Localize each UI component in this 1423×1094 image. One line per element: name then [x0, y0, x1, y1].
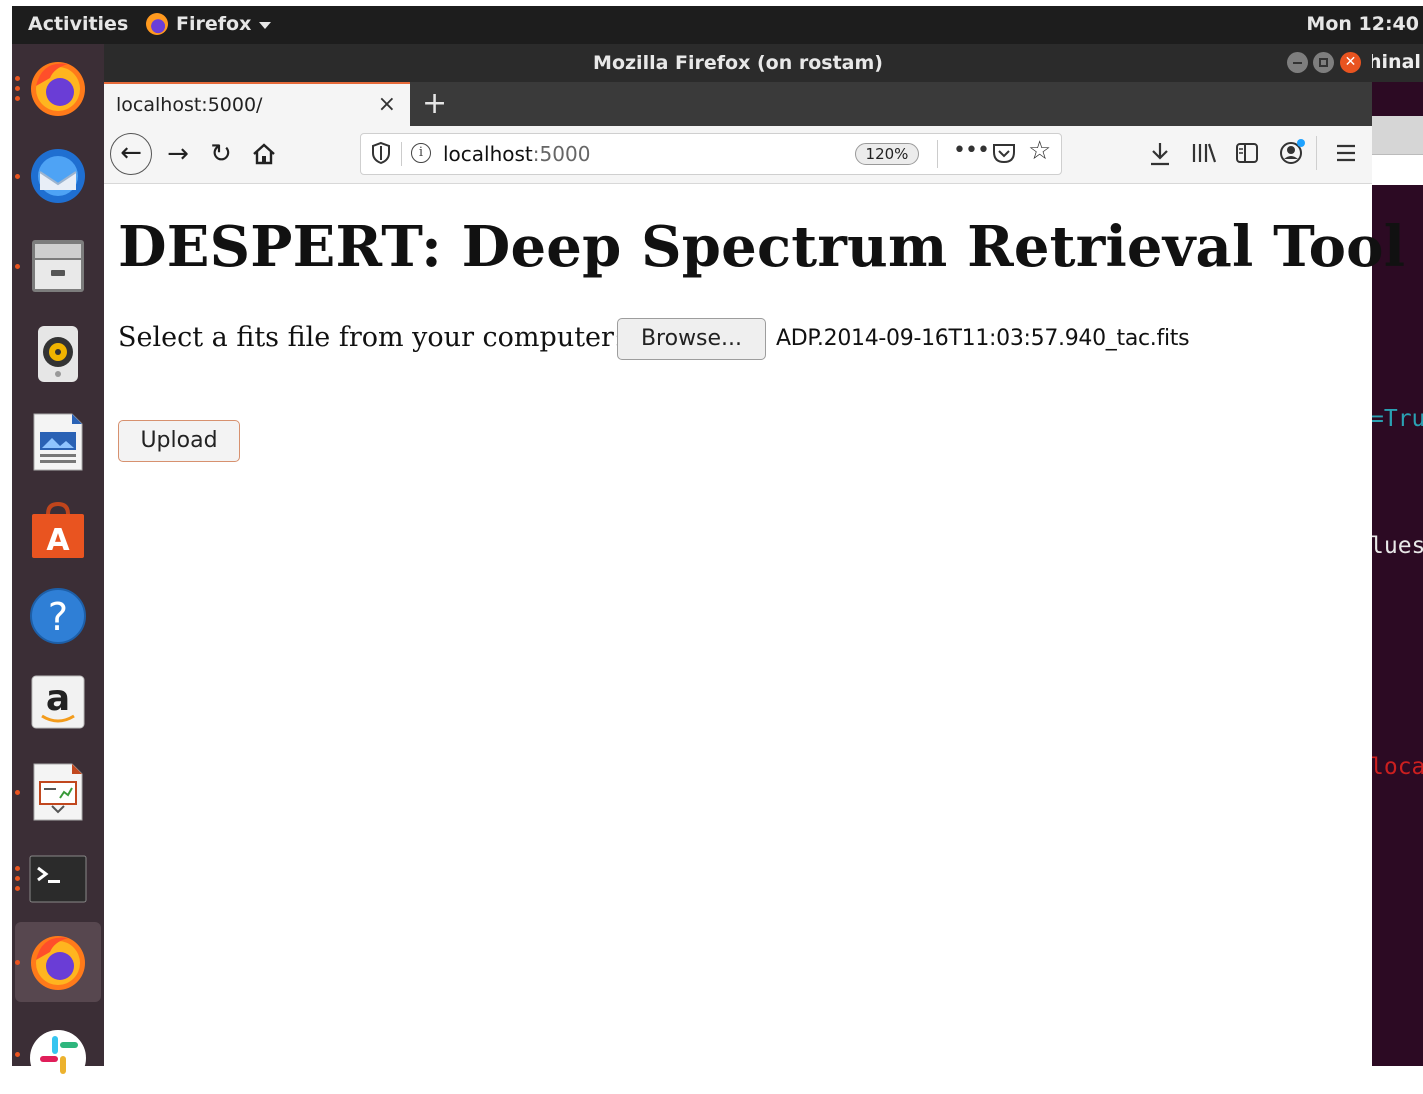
running-indicator	[15, 96, 20, 101]
activities-button[interactable]: Activities	[28, 13, 128, 35]
screen-left-edge	[0, 0, 12, 1066]
gnome-top-bar: Activities Firefox Mon 12:40	[12, 6, 1423, 44]
dock-item-libreoffice-impress[interactable]	[12, 752, 104, 832]
dock-item-amazon[interactable]: a	[12, 662, 104, 742]
firefox-window: Mozilla Firefox (on rostam) ✕ localhost:…	[104, 44, 1405, 1066]
url-port: :5000	[532, 142, 591, 166]
tab-bar: localhost:5000/ × +	[104, 82, 1372, 126]
tab-title: localhost:5000/	[116, 94, 263, 116]
help-icon: ?	[30, 588, 86, 644]
running-indicator	[15, 86, 20, 91]
dock-item-terminal[interactable]	[12, 838, 104, 918]
zoom-indicator[interactable]: 120%	[855, 143, 919, 165]
pocket-icon[interactable]	[991, 141, 1017, 165]
web-page: DESPERT: Deep Spectrum Retrieval Tool Se…	[104, 184, 1405, 1066]
caret-down-icon	[259, 22, 272, 29]
urlbar-divider	[401, 142, 402, 166]
bookmark-star-icon[interactable]: ☆	[1028, 136, 1051, 166]
site-info-icon[interactable]: i	[411, 143, 431, 163]
page-actions-menu-icon[interactable]: •••	[953, 138, 990, 163]
dock-item-firefox-active[interactable]	[15, 922, 101, 1002]
url-text[interactable]: localhost:5000	[443, 142, 590, 166]
forward-button[interactable]: →	[162, 136, 194, 172]
dock-item-help[interactable]: ?	[12, 576, 104, 656]
urlbar-divider	[937, 140, 938, 168]
app-menu[interactable]: Firefox	[146, 13, 272, 35]
tracking-protection-shield-icon[interactable]	[371, 141, 391, 165]
tab-close-icon[interactable]: ×	[378, 92, 396, 117]
toolbar-divider	[1316, 136, 1317, 170]
dock: A ? a	[12, 44, 104, 1084]
firefox-icon	[31, 936, 85, 990]
downloads-icon[interactable]	[1148, 140, 1172, 168]
running-indicator	[15, 866, 20, 871]
terminal-line: =Tru	[1370, 406, 1423, 432]
account-icon[interactable]	[1278, 137, 1308, 167]
app-menu-label: Firefox	[176, 13, 252, 35]
file-select-label: Select a fits file from your computer:	[118, 322, 624, 353]
running-indicator	[15, 1052, 20, 1057]
dock-item-libreoffice-writer[interactable]	[12, 402, 104, 482]
running-indicator	[15, 960, 20, 965]
dock-item-rhythmbox[interactable]	[12, 314, 104, 394]
terminal-tabbar	[1372, 116, 1423, 155]
selected-file-name: ADP.2014-09-16T11:03:57.940_tac.fits	[776, 326, 1190, 351]
window-title: Mozilla Firefox (on rostam)	[593, 52, 883, 74]
address-bar[interactable]: i localhost:5000 120% ••• ☆	[360, 133, 1062, 175]
browse-button[interactable]: Browse...	[617, 318, 766, 360]
writer-document-icon	[33, 413, 83, 471]
running-indicator	[15, 790, 20, 795]
minimize-button[interactable]	[1287, 52, 1308, 73]
terminal-line: loca	[1370, 754, 1423, 780]
dock-item-files[interactable]	[12, 226, 104, 306]
upload-button[interactable]: Upload	[118, 420, 240, 462]
navigation-toolbar: ← → ↻ i localhost:5000 120% ••• ☆	[104, 126, 1372, 184]
back-button[interactable]: ←	[110, 133, 152, 175]
running-indicator	[15, 876, 20, 881]
terminal-line: lues	[1370, 533, 1423, 559]
new-tab-button[interactable]: +	[422, 86, 447, 121]
svg-text:a: a	[46, 678, 70, 719]
close-window-button[interactable]: ✕	[1340, 52, 1361, 73]
dock-item-ubuntu-software[interactable]: A	[12, 490, 104, 570]
library-icon[interactable]	[1190, 140, 1218, 166]
window-titlebar[interactable]: Mozilla Firefox (on rostam) ✕	[104, 44, 1372, 82]
terminal-title-text: hinal	[1368, 51, 1421, 73]
terminal-titlebar: hinal	[1368, 44, 1423, 82]
reload-button[interactable]: ↻	[204, 136, 238, 172]
files-cabinet-icon	[32, 240, 84, 292]
thunderbird-icon	[31, 149, 85, 203]
sidebar-icon[interactable]	[1234, 141, 1260, 165]
terminal-header-area	[1372, 155, 1423, 185]
running-indicator	[15, 886, 20, 891]
running-indicator	[15, 264, 20, 269]
tab-localhost[interactable]: localhost:5000/ ×	[104, 82, 410, 126]
amazon-icon: a	[31, 675, 85, 729]
speaker-icon	[38, 326, 78, 382]
url-host: localhost	[443, 142, 533, 166]
svg-text:?: ?	[48, 595, 68, 639]
firefox-icon	[146, 13, 168, 35]
running-indicator	[15, 174, 20, 179]
shopping-bag-icon: A	[32, 501, 84, 558]
dock-item-slack[interactable]	[12, 1014, 104, 1094]
dock-item-thunderbird[interactable]	[12, 136, 104, 216]
home-icon[interactable]	[250, 140, 278, 168]
firefox-icon	[31, 62, 85, 116]
page-title: DESPERT: Deep Spectrum Retrieval Tool	[118, 214, 1406, 280]
running-indicator	[15, 76, 20, 81]
impress-presentation-icon	[33, 763, 83, 821]
hamburger-menu-icon[interactable]	[1336, 143, 1356, 163]
terminal-icon	[29, 855, 87, 903]
dock-item-firefox[interactable]	[12, 48, 104, 128]
clock[interactable]: Mon 12:40	[1306, 13, 1419, 35]
maximize-button[interactable]	[1313, 52, 1334, 73]
slack-icon	[30, 1030, 86, 1084]
svg-text:A: A	[46, 523, 70, 558]
